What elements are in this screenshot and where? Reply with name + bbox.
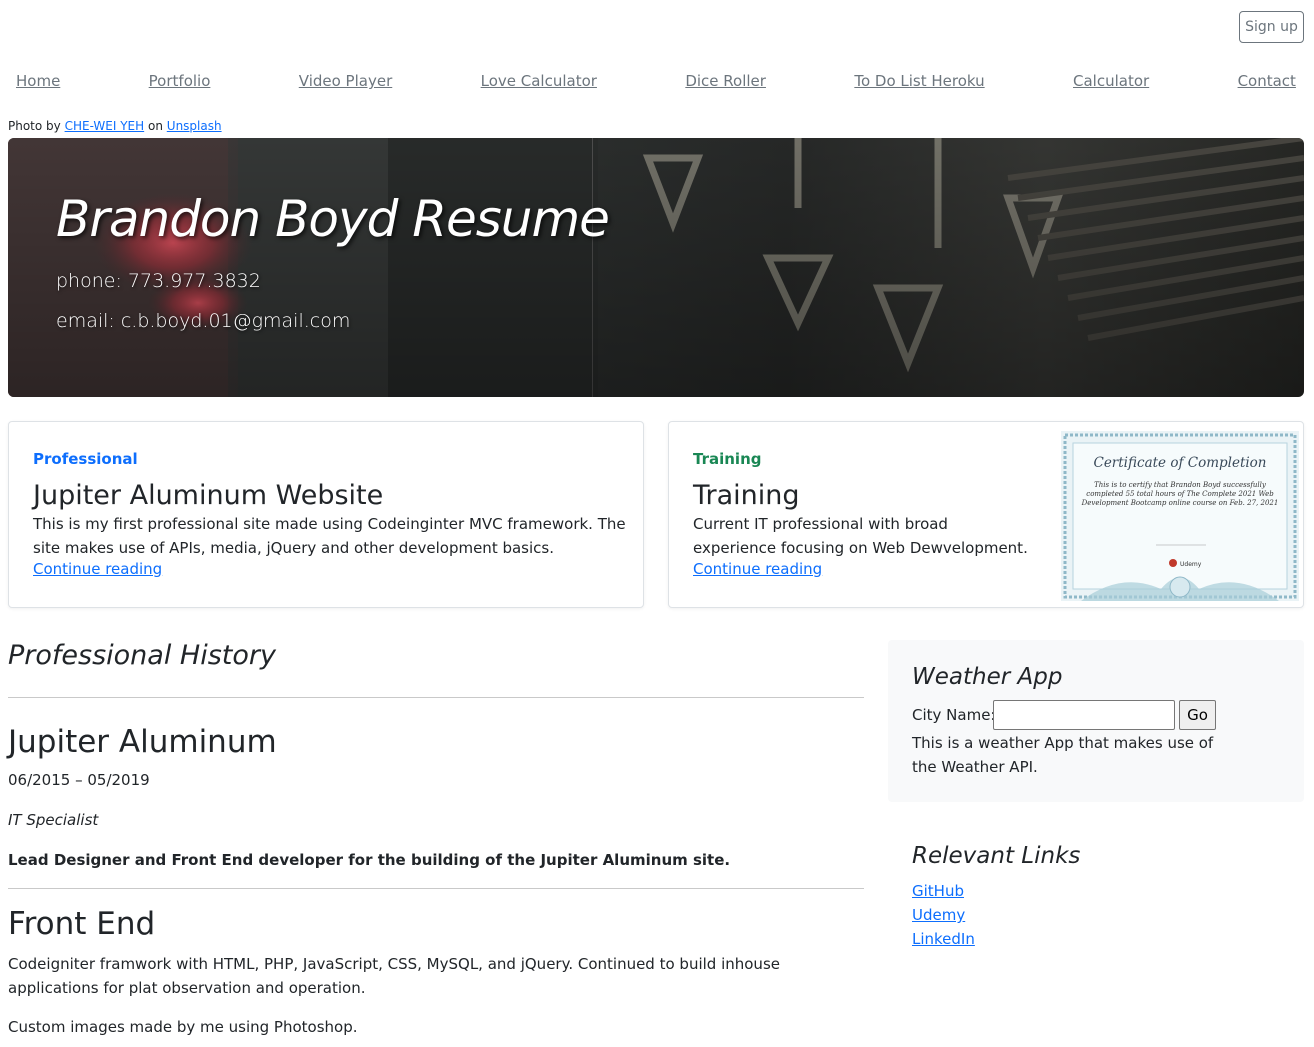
credit-author-link[interactable]: CHE-WEI YEH	[65, 119, 145, 133]
front-end-extra: Custom images made by me using Photoshop…	[8, 1018, 358, 1036]
weather-app-description: This is a weather App that makes use of …	[912, 734, 1214, 776]
job-company: Jupiter Aluminum	[8, 724, 277, 760]
job-lead: Lead Designer and Front End developer fo…	[8, 851, 731, 869]
weather-app-title: Weather App	[912, 664, 1063, 690]
nav-portfolio[interactable]: Portfolio	[149, 72, 211, 90]
certificate-heading: Certificate of Completion	[1093, 455, 1266, 471]
front-end-title: Front End	[8, 906, 156, 942]
divider	[8, 697, 864, 698]
nav-love-calculator[interactable]: Love Calculator	[481, 72, 597, 90]
city-name-input[interactable]	[993, 700, 1175, 730]
continue-reading-link[interactable]: Continue reading	[33, 560, 162, 578]
sign-up-button[interactable]: Sign up	[1239, 11, 1304, 43]
relevant-links-list: GitHub Udemy LinkedIn	[912, 879, 975, 951]
card-professional: Professional Jupiter Aluminum Website Th…	[8, 421, 644, 608]
hero-banner: Brandon Boyd Resume phone: 773.977.3832 …	[8, 138, 1304, 397]
credit-middle: on	[148, 119, 163, 133]
job-role: IT Specialist	[8, 811, 99, 829]
nav-home[interactable]: Home	[16, 72, 60, 90]
photo-credit: Photo by CHE-WEI YEH on Unsplash	[8, 119, 222, 133]
nav-contact[interactable]: Contact	[1238, 72, 1296, 90]
nav-todo-list[interactable]: To Do List Heroku	[854, 72, 984, 90]
card-title: Jupiter Aluminum Website	[33, 480, 384, 511]
card-text: This is my first professional site made …	[33, 515, 626, 557]
main-nav: Home Portfolio Video Player Love Calcula…	[16, 72, 1296, 90]
card-category: Professional	[33, 450, 138, 468]
hero-background-image	[8, 138, 1304, 397]
city-name-label: City Name:	[912, 706, 996, 724]
divider	[8, 888, 864, 889]
certificate-brand: Udemy	[1180, 561, 1202, 568]
linkedin-link[interactable]: LinkedIn	[912, 930, 975, 948]
udemy-logo-icon	[1169, 559, 1177, 567]
list-item: Udemy	[912, 903, 975, 927]
nav-video-player[interactable]: Video Player	[299, 72, 392, 90]
continue-reading-link[interactable]: Continue reading	[693, 560, 822, 578]
card-category: Training	[693, 450, 762, 468]
job-dates: 06/2015 – 05/2019	[8, 771, 150, 789]
hero-email: email: c.b.boyd.01@gmail.com	[56, 310, 351, 332]
card-training: Training Training Current IT professiona…	[668, 421, 1304, 608]
go-button[interactable]: Go	[1179, 700, 1216, 730]
hero-title: Brandon Boyd Resume	[56, 190, 610, 248]
nav-dice-roller[interactable]: Dice Roller	[685, 72, 766, 90]
relevant-links-title: Relevant Links	[912, 843, 1081, 869]
credit-site-link[interactable]: Unsplash	[167, 119, 222, 133]
udemy-link[interactable]: Udemy	[912, 906, 965, 924]
card-text: Current IT professional with broad exper…	[693, 515, 1028, 557]
list-item: LinkedIn	[912, 927, 975, 951]
certificate-body: This is to certify that Brandon Boyd suc…	[1081, 481, 1279, 507]
list-item: GitHub	[912, 879, 975, 903]
card-title: Training	[693, 480, 800, 511]
front-end-description: Codeigniter framwork with HTML, PHP, Jav…	[8, 955, 780, 997]
github-link[interactable]: GitHub	[912, 882, 964, 900]
nav-calculator[interactable]: Calculator	[1073, 72, 1149, 90]
professional-history-title: Professional History	[8, 640, 276, 671]
weather-app-panel: Weather App City Name: Go This is a weat…	[888, 640, 1304, 802]
hero-phone: phone: 773.977.3832	[56, 270, 261, 292]
certificate-image: Certificate of Completion This is to cer…	[1061, 431, 1299, 601]
credit-prefix: Photo by	[8, 119, 61, 133]
